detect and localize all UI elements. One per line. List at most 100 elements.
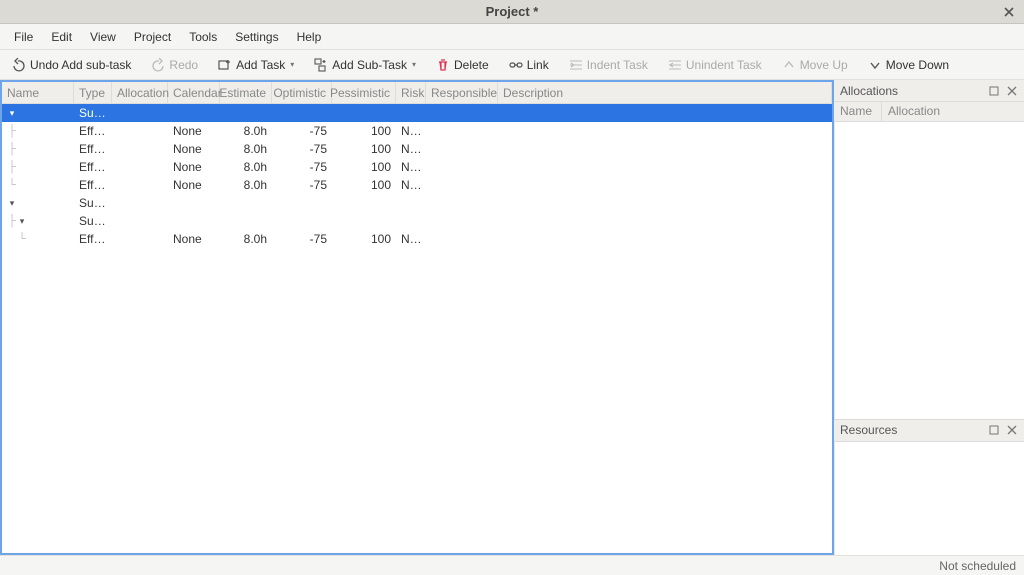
redo-button[interactable]: Redo — [145, 55, 204, 75]
close-button[interactable] — [1000, 3, 1018, 21]
allocations-close-button[interactable] — [1006, 85, 1018, 97]
status-bar: Not scheduled — [0, 555, 1024, 575]
link-label: Link — [527, 58, 549, 72]
move-down-icon — [868, 58, 882, 72]
resources-body[interactable] — [834, 442, 1024, 555]
menu-view[interactable]: View — [82, 26, 124, 48]
add-task-button[interactable]: Add Task ▾ — [212, 55, 300, 75]
resources-restore-button[interactable] — [988, 424, 1000, 436]
cell-name: └ — [2, 230, 74, 248]
allocations-col-allocation[interactable]: Allocation — [882, 102, 1024, 121]
cell-name: ├ — [2, 140, 74, 158]
resources-close-button[interactable] — [1006, 424, 1018, 436]
col-header-description[interactable]: Description — [498, 82, 832, 103]
close-icon — [1004, 7, 1014, 17]
col-header-pessimistic[interactable]: Pessimistic — [332, 82, 396, 103]
cell-type: Effort — [74, 160, 112, 174]
allocations-restore-button[interactable] — [988, 85, 1000, 97]
cell-estimate: 8.0h — [220, 142, 272, 156]
tree-expander-icon[interactable]: ▾ — [7, 108, 17, 118]
move-down-label: Move Down — [886, 58, 949, 72]
col-header-optimistic[interactable]: Optimistic — [272, 82, 332, 103]
link-button[interactable]: Link — [503, 55, 555, 75]
table-row[interactable]: ├▾Sum... — [2, 212, 832, 230]
col-header-allocation[interactable]: Allocation — [112, 82, 168, 103]
allocations-columns: Name Allocation — [834, 102, 1024, 122]
allocations-body[interactable] — [834, 122, 1024, 419]
table-row[interactable]: └EffortNone8.0h-75100None — [2, 230, 832, 248]
tree-expander-icon[interactable]: ▾ — [17, 216, 27, 226]
table-row[interactable]: └EffortNone8.0h-75100None — [2, 176, 832, 194]
menu-tools[interactable]: Tools — [181, 26, 225, 48]
cell-type: Sum... — [74, 214, 112, 228]
cell-estimate: 8.0h — [220, 178, 272, 192]
cell-estimate: 8.0h — [220, 160, 272, 174]
table-row[interactable]: ├EffortNone8.0h-75100None — [2, 122, 832, 140]
cell-calendar: None — [168, 178, 220, 192]
add-sub-task-button[interactable]: Add Sub-Task ▾ — [308, 55, 422, 75]
col-header-name[interactable]: Name — [2, 82, 74, 103]
grid-rows[interactable]: ▾Sum...├EffortNone8.0h-75100None├EffortN… — [2, 104, 832, 553]
cell-calendar: None — [168, 124, 220, 138]
undo-button[interactable]: Undo Add sub-task — [6, 55, 137, 75]
redo-label: Redo — [169, 58, 198, 72]
cell-type: Effort — [74, 178, 112, 192]
table-row[interactable]: ▾ Sum... — [2, 104, 832, 122]
menu-edit[interactable]: Edit — [43, 26, 80, 48]
delete-icon — [436, 58, 450, 72]
add-sub-task-label: Add Sub-Task — [332, 58, 407, 72]
cell-name: └ — [2, 176, 74, 194]
move-up-button[interactable]: Move Up — [776, 55, 854, 75]
cell-risk: None — [396, 124, 426, 138]
tree-line: └ — [17, 230, 27, 248]
cell-estimate: 8.0h — [220, 232, 272, 246]
indent-icon — [569, 58, 583, 72]
allocations-col-name[interactable]: Name — [834, 102, 882, 121]
tree-expander-icon[interactable]: ▾ — [7, 198, 17, 208]
window-title: Project * — [486, 4, 539, 19]
resources-panel: Resources — [834, 420, 1024, 555]
table-row[interactable]: ▾Sum... — [2, 194, 832, 212]
menu-help[interactable]: Help — [289, 26, 330, 48]
col-header-type[interactable]: Type — [74, 82, 112, 103]
cell-calendar: None — [168, 142, 220, 156]
menu-settings[interactable]: Settings — [227, 26, 286, 48]
cell-pessimistic: 100 — [332, 160, 396, 174]
cell-pessimistic: 100 — [332, 142, 396, 156]
allocations-title: Allocations — [840, 84, 898, 98]
cell-pessimistic: 100 — [332, 178, 396, 192]
unindent-icon — [668, 58, 682, 72]
resources-title: Resources — [840, 423, 897, 437]
tree-line: └ — [7, 176, 17, 194]
titlebar: Project * — [0, 0, 1024, 24]
indent-label: Indent Task — [587, 58, 648, 72]
toolbar: Undo Add sub-task Redo Add Task ▾ Add Su… — [0, 50, 1024, 80]
indent-button[interactable]: Indent Task — [563, 55, 654, 75]
tree-line: ├ — [7, 158, 17, 176]
cell-type: Sum... — [74, 106, 112, 120]
link-icon — [509, 58, 523, 72]
unindent-button[interactable]: Unindent Task — [662, 55, 768, 75]
cell-calendar: None — [168, 232, 220, 246]
cell-name: ├ — [2, 122, 74, 140]
undo-icon — [12, 58, 26, 72]
col-header-calendar[interactable]: Calendar — [168, 82, 220, 103]
add-sub-task-dropdown-icon: ▾ — [412, 60, 416, 69]
menu-bar: File Edit View Project Tools Settings He… — [0, 24, 1024, 50]
cell-optimistic: -75 — [272, 232, 332, 246]
move-down-button[interactable]: Move Down — [862, 55, 955, 75]
delete-label: Delete — [454, 58, 489, 72]
tree-line — [7, 230, 17, 248]
col-header-responsible[interactable]: Responsible — [426, 82, 498, 103]
cell-estimate: 8.0h — [220, 124, 272, 138]
col-header-estimate[interactable]: Estimate — [220, 82, 272, 103]
col-header-risk[interactable]: Risk — [396, 82, 426, 103]
menu-file[interactable]: File — [6, 26, 41, 48]
add-task-dropdown-icon: ▾ — [290, 60, 294, 69]
body-area: Name Type Allocation Calendar Estimate O… — [0, 80, 1024, 555]
table-row[interactable]: ├EffortNone8.0h-75100None — [2, 140, 832, 158]
menu-project[interactable]: Project — [126, 26, 179, 48]
delete-button[interactable]: Delete — [430, 55, 495, 75]
table-row[interactable]: ├EffortNone8.0h-75100None — [2, 158, 832, 176]
redo-icon — [151, 58, 165, 72]
